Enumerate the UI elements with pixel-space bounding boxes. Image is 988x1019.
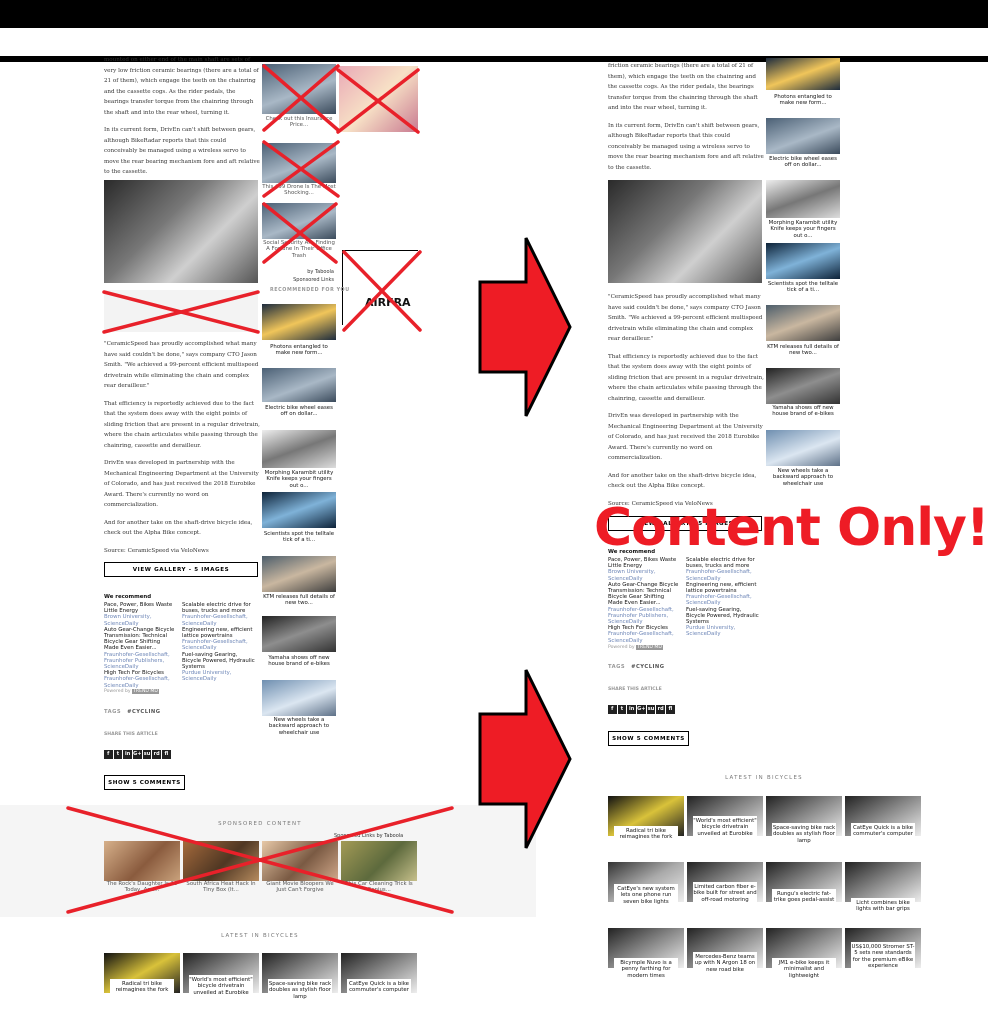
- arrow-right-icon: [478, 237, 572, 417]
- article-photo-drivetrain: [608, 180, 762, 283]
- paragraph-another: And for another take on the shaft-drive …: [608, 472, 757, 490]
- paragraph-efficiency: That efficiency is reportedly achieved d…: [608, 353, 764, 402]
- twitter-icon[interactable]: t: [617, 705, 627, 714]
- red-x-mark: [262, 202, 338, 264]
- flipboard-icon[interactable]: fl: [666, 705, 675, 714]
- sidebar-thumb[interactable]: [766, 58, 840, 90]
- sidebar-caption[interactable]: Yamaha shows off new house brand of e-bi…: [766, 405, 840, 418]
- reddit-icon[interactable]: rd: [656, 705, 665, 714]
- arrow-right-icon: [478, 669, 572, 849]
- recommend-link[interactable]: Engineering new, efficient lattice power…: [686, 582, 762, 607]
- latest-tile[interactable]: Radical tri bike reimagines the fork: [608, 796, 684, 854]
- latest-tile-title: Licht combines bike lights with bar grip…: [851, 898, 915, 913]
- sidebar-caption[interactable]: Morphing Karambit utility Knife keeps yo…: [766, 220, 840, 239]
- latest-tile-title: Space-saving bike rack doubles as stylis…: [772, 823, 836, 844]
- red-x-mark: [262, 140, 340, 198]
- linkedin-icon[interactable]: in: [627, 705, 636, 714]
- latest-tile-title: Mercedes-Benz teams up with N Argon 18 o…: [693, 952, 757, 973]
- sidebar-caption[interactable]: Photons entangled to make new form...: [766, 94, 840, 107]
- latest-tile[interactable]: "World's most efficient" bicycle drivetr…: [687, 796, 763, 854]
- latest-tile-title: "World's most efficient" bicycle drivetr…: [693, 816, 757, 837]
- latest-tile-title: CatEye Quick is a bike commuter's comput…: [851, 823, 915, 838]
- recommend-link[interactable]: Auto Gear-Change Bicycle Transmission: T…: [608, 582, 680, 625]
- sidebar-caption[interactable]: Electric bike wheel eases off on dollar.…: [766, 156, 840, 169]
- latest-tile[interactable]: JM1 e-bike keeps it minimalist and light…: [766, 928, 842, 986]
- sidebar-thumb[interactable]: [766, 430, 840, 466]
- sidebar-thumb[interactable]: [766, 243, 840, 279]
- latest-tile[interactable]: US$10,000 Stromer ST-5 sets new standard…: [845, 928, 921, 986]
- latest-tile-title: Rungu's electric fat-trike goes pedal-as…: [772, 889, 836, 904]
- show-comments-button[interactable]: SHOW 5 COMMENTS: [608, 731, 689, 746]
- sidebar-thumb[interactable]: [766, 368, 840, 404]
- paragraph-developed: DrivEn was developed in partnership with…: [608, 413, 763, 461]
- sidebar-thumb[interactable]: [766, 305, 840, 341]
- sidebar-thumb[interactable]: [766, 118, 840, 154]
- latest-tile-title: US$10,000 Stromer ST-5 sets new standard…: [851, 942, 915, 970]
- latest-tile-title: Bicymple Nuvo is a penny farthing for mo…: [614, 958, 678, 979]
- latest-tile-title: Radical tri bike reimagines the fork: [614, 826, 678, 841]
- latest-tile[interactable]: CatEye's new system lets one phone run s…: [608, 862, 684, 920]
- paragraph-form: In its current form, DrivEn can't shift …: [608, 122, 764, 171]
- sidebar-caption[interactable]: KTM releases full details of new two...: [766, 344, 840, 357]
- content-only-label: Content Only!: [594, 498, 988, 558]
- paragraph-intro: friction ceramic bearings (there are a t…: [608, 63, 758, 111]
- tag-cycling[interactable]: #CYCLING: [631, 664, 664, 670]
- recommend-link[interactable]: Pace, Power, Bikes Waste Little Energy Br…: [608, 557, 680, 582]
- red-x-mark: [336, 68, 420, 134]
- sidebar-thumb[interactable]: [766, 180, 840, 218]
- article-body-after: friction ceramic bearings (there are a t…: [608, 58, 764, 180]
- paragraph-quote: "CeramicSpeed has proudly accomplished w…: [608, 294, 763, 342]
- tags-row: TAGS #CYCLING: [608, 664, 665, 670]
- latest-tile[interactable]: Rungu's electric fat-trike goes pedal-as…: [766, 862, 842, 920]
- red-x-mark: [262, 64, 340, 132]
- latest-tile-title: CatEye's new system lets one phone run s…: [614, 884, 678, 905]
- recommend-block-after: We recommend Pace, Power, Bikes Waste Li…: [608, 549, 764, 644]
- share-label: SHARE THIS ARTICLE: [608, 687, 662, 692]
- latest-tile[interactable]: CatEye Quick is a bike commuter's comput…: [845, 796, 921, 854]
- recommend-link[interactable]: High Tech For Bicycles Fraunhofer-Gesells…: [608, 625, 680, 644]
- share-icons: f t in G+ su rd fl: [608, 695, 676, 714]
- red-x-mark: [342, 250, 422, 332]
- powered-by: Powered by TREND MD: [608, 645, 663, 650]
- recommend-link[interactable]: Fuel-saving Gearing, Bicycle Powered, Hy…: [686, 607, 762, 638]
- latest-tile-title: Limited carbon fiber e-bike built for st…: [693, 882, 757, 903]
- sidebar-caption[interactable]: Scientists spot the telltale tick of a t…: [766, 281, 840, 294]
- latest-tile[interactable]: Mercedes-Benz teams up with N Argon 18 o…: [687, 928, 763, 986]
- stumbleupon-icon[interactable]: su: [646, 705, 656, 714]
- red-x-mark: [66, 806, 454, 914]
- latest-tile[interactable]: Space-saving bike rack doubles as stylis…: [766, 796, 842, 854]
- latest-tile[interactable]: Bicymple Nuvo is a penny farthing for mo…: [608, 928, 684, 986]
- sidebar-caption[interactable]: New wheels take a backward approach to w…: [766, 468, 840, 487]
- googleplus-icon[interactable]: G+: [637, 705, 646, 714]
- recommend-link[interactable]: Scalable electric drive for buses, truck…: [686, 557, 762, 582]
- article-body-after-2: "CeramicSpeed has proudly accomplished w…: [608, 292, 764, 516]
- red-x-mark: [102, 290, 260, 334]
- latest-heading: LATEST IN BICYCLES: [725, 775, 803, 781]
- latest-tile-title: JM1 e-bike keeps it minimalist and light…: [772, 958, 836, 979]
- facebook-icon[interactable]: f: [608, 705, 617, 714]
- latest-tile[interactable]: Licht combines bike lights with bar grip…: [845, 862, 921, 920]
- latest-tile[interactable]: Limited carbon fiber e-bike built for st…: [687, 862, 763, 920]
